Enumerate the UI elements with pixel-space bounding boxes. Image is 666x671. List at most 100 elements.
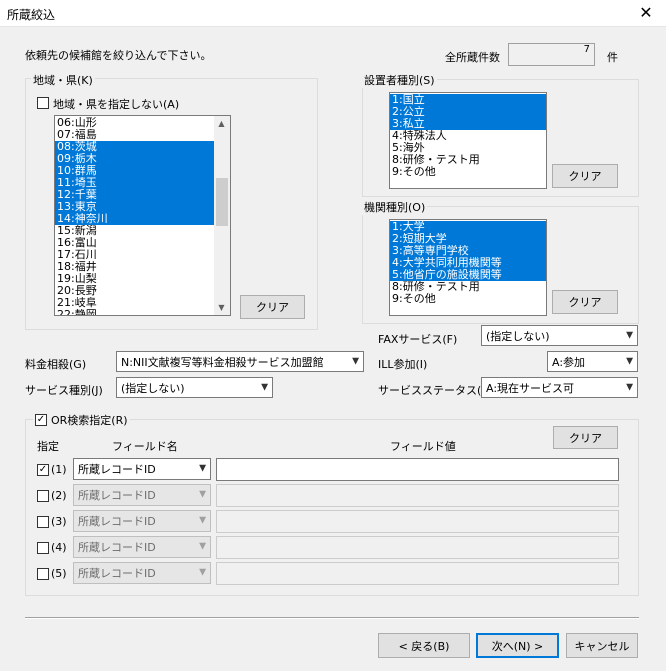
list-item[interactable]: 06:山形 <box>55 117 215 129</box>
or-row-field-select[interactable]: 所蔵レコードID ▼ <box>73 484 211 506</box>
col-specify: 指定 <box>37 440 59 453</box>
region-listbox[interactable]: 06:山形 07:福島 08:茨城 09:栃木 10:群馬 11:埼玉 12:千葉 13:東京… <box>54 115 231 316</box>
or-row-field-select[interactable]: 所蔵レコードID ▼ <box>73 510 211 532</box>
or-row-value-input[interactable] <box>216 510 619 533</box>
or-row-checkbox[interactable] <box>37 490 49 502</box>
list-item[interactable]: 9:その他 <box>390 293 546 305</box>
list-item[interactable]: 1:大学 <box>390 221 546 233</box>
or-row-field-select[interactable]: 所蔵レコードID ▼ <box>73 562 211 584</box>
or-row-value-input[interactable] <box>216 562 619 585</box>
chevron-down-icon: ▼ <box>199 541 206 552</box>
service-type-select-value: (指定しない) <box>121 381 185 395</box>
chevron-down-icon: ▼ <box>199 463 206 474</box>
scroll-up-icon[interactable]: ▲ <box>214 116 229 131</box>
list-item[interactable]: 3:高等専門学校 <box>390 245 546 257</box>
list-item[interactable]: 18:福井 <box>55 261 215 273</box>
scroll-down-icon[interactable]: ▼ <box>214 300 229 315</box>
list-item[interactable]: 17:石川 <box>55 249 215 261</box>
total-unit: 件 <box>607 51 618 64</box>
list-item[interactable]: 4:大学共同利用機関等 <box>390 257 546 269</box>
or-row-field-value: 所蔵レコードID <box>78 463 156 476</box>
founder-clear-button[interactable]: クリア <box>552 164 618 188</box>
service-type-label: サービス種別(J) <box>25 384 103 397</box>
founder-legend: 設置者種別(S) <box>362 72 437 88</box>
footer-separator <box>25 617 639 619</box>
or-row-field-select[interactable]: 所蔵レコードID ▼ <box>73 458 211 480</box>
list-item[interactable]: 07:福島 <box>55 129 215 141</box>
or-row-field-value: 所蔵レコードID <box>78 567 156 580</box>
or-row-value-input[interactable] <box>216 458 619 481</box>
list-item[interactable]: 12:千葉 <box>55 189 215 201</box>
list-item[interactable]: 19:山梨 <box>55 273 215 285</box>
next-button[interactable]: 次へ(N) > <box>476 633 559 658</box>
ill-label: ILL参加(I) <box>378 358 428 371</box>
list-item[interactable]: 22:静岡 <box>55 309 215 315</box>
institution-legend: 機関種別(O) <box>362 199 428 215</box>
institution-listbox[interactable]: 1:大学 2:短期大学 3:高等専門学校 4:大学共同利用機関等 5:他省庁の施設機関等… <box>389 219 547 316</box>
or-search-checkbox[interactable]: ✓ <box>35 414 47 426</box>
list-item[interactable]: 2:短期大学 <box>390 233 546 245</box>
or-row-checkbox[interactable] <box>37 516 49 528</box>
list-item[interactable]: 15:新潟 <box>55 225 215 237</box>
list-item[interactable]: 9:その他 <box>390 166 546 178</box>
list-item[interactable]: 10:群馬 <box>55 165 215 177</box>
list-item[interactable]: 09:栃木 <box>55 153 215 165</box>
list-item[interactable]: 8:研修・テスト用 <box>390 154 546 166</box>
ill-select[interactable]: A:参加 ▼ <box>547 351 638 372</box>
fee-select[interactable]: N:NII文献複写等料金相殺サービス加盟館 ▼ <box>116 351 364 372</box>
back-button[interactable]: < 戻る(B) <box>378 633 470 658</box>
or-row-label: (1) <box>51 463 67 476</box>
or-row-checkbox[interactable] <box>37 542 49 554</box>
fax-select[interactable]: (指定しない) ▼ <box>481 325 638 346</box>
or-row-field-value: 所蔵レコードID <box>78 541 156 554</box>
or-row-value-input[interactable] <box>216 536 619 559</box>
list-item[interactable]: 13:東京 <box>55 201 215 213</box>
list-item[interactable]: 8:研修・テスト用 <box>390 281 546 293</box>
region-no-specify-label: 地域・県を指定しない(A) <box>53 98 180 111</box>
list-item[interactable]: 11:埼玉 <box>55 177 215 189</box>
fee-label: 料金相殺(G) <box>25 358 87 371</box>
or-row-value-input[interactable] <box>216 484 619 507</box>
col-field-value: フィールド値 <box>390 440 456 453</box>
founder-listbox[interactable]: 1:国立 2:公立 3:私立 4:特殊法人 5:海外 8:研修・テスト用 9:その他 <box>389 92 547 189</box>
list-item[interactable]: 5:海外 <box>390 142 546 154</box>
chevron-down-icon: ▼ <box>199 489 206 500</box>
total-label: 全所蔵件数 <box>445 51 500 64</box>
list-item[interactable]: 1:国立 <box>390 94 546 106</box>
region-no-specify-checkbox[interactable] <box>37 97 49 109</box>
or-row-label: (4) <box>51 541 67 554</box>
or-row-field-select[interactable]: 所蔵レコードID ▼ <box>73 536 211 558</box>
list-item[interactable]: 5:他省庁の施設機関等 <box>390 269 546 281</box>
chevron-down-icon: ▼ <box>626 356 633 366</box>
or-row-checkbox[interactable] <box>37 568 49 580</box>
list-item[interactable]: 21:岐阜 <box>55 297 215 309</box>
cancel-button[interactable]: キャンセル <box>566 633 638 658</box>
chevron-down-icon: ▼ <box>626 330 633 340</box>
fax-select-value: (指定しない) <box>486 329 550 343</box>
list-item[interactable]: 16:富山 <box>55 237 215 249</box>
service-status-select[interactable]: A:現在サービス可 ▼ <box>481 377 638 398</box>
fax-label: FAXサービス(F) <box>378 333 458 346</box>
list-item[interactable]: 3:私立 <box>390 118 546 130</box>
close-icon[interactable]: ✕ <box>636 3 656 23</box>
chevron-down-icon: ▼ <box>352 356 359 366</box>
instruction-text: 依頼先の候補館を絞り込んで下さい。 <box>25 49 212 62</box>
or-search-clear-button[interactable]: クリア <box>553 426 618 449</box>
ill-select-value: A:参加 <box>552 355 586 369</box>
scroll-thumb[interactable] <box>216 178 228 226</box>
service-status-label: サービスステータス(C) <box>378 384 494 397</box>
region-scrollbar[interactable]: ▲ ▼ <box>214 116 230 315</box>
list-item[interactable]: 20:長野 <box>55 285 215 297</box>
list-item[interactable]: 08:茨城 <box>55 141 215 153</box>
region-clear-button[interactable]: クリア <box>240 295 305 319</box>
service-type-select[interactable]: (指定しない) ▼ <box>116 377 273 398</box>
or-search-legend: ✓ OR検索指定(R) <box>33 412 130 428</box>
or-row-checkbox[interactable]: ✓ <box>37 464 49 476</box>
title-bar: 所蔵絞込 ✕ <box>0 0 666 27</box>
list-item[interactable]: 4:特殊法人 <box>390 130 546 142</box>
institution-clear-button[interactable]: クリア <box>552 290 618 314</box>
list-item[interactable]: 14:神奈川 <box>55 213 215 225</box>
chevron-down-icon: ▼ <box>261 382 268 392</box>
fee-select-value: N:NII文献複写等料金相殺サービス加盟館 <box>121 355 324 369</box>
list-item[interactable]: 2:公立 <box>390 106 546 118</box>
